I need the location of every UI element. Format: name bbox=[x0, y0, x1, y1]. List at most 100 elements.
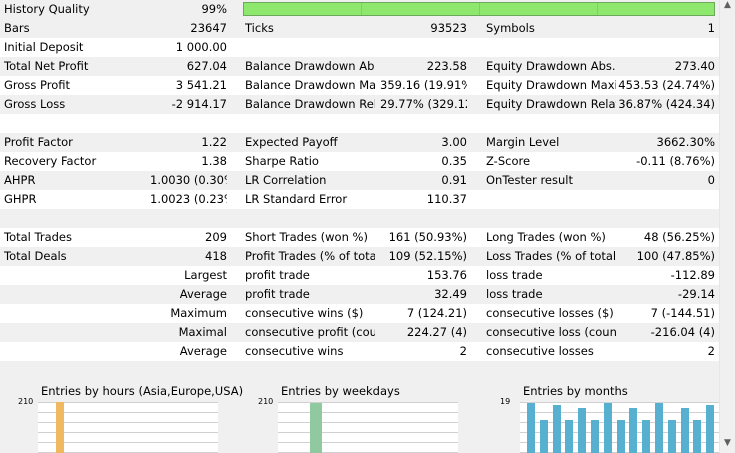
report-label: consecutive losses ($) bbox=[486, 306, 614, 320]
report-value bbox=[615, 190, 715, 209]
report-value: 153.76 bbox=[426, 268, 467, 282]
report-value: 3 541.21 bbox=[175, 78, 227, 92]
report-value bbox=[150, 304, 227, 323]
report-label bbox=[245, 209, 375, 228]
report-value bbox=[380, 38, 467, 57]
chart-bar bbox=[706, 405, 715, 453]
report-value bbox=[380, 209, 467, 228]
report-value: 0.35 bbox=[441, 154, 467, 168]
report-label: OnTester result bbox=[486, 173, 573, 187]
report-label bbox=[486, 209, 616, 228]
chart-bar bbox=[591, 420, 599, 453]
report-value: 36.87% (424.34) bbox=[618, 97, 715, 111]
report-value: 7 (124.21) bbox=[406, 306, 467, 320]
report-label: Expected Payoff bbox=[245, 135, 338, 149]
report-row: Total Deals 418 Profit Trades (% of total)… bbox=[0, 247, 719, 266]
report-value: 627.04 bbox=[186, 59, 227, 73]
chart-bar bbox=[616, 420, 625, 453]
report-row bbox=[0, 361, 719, 380]
chart-title: Entries by hours (Asia,Europe,USA) bbox=[41, 384, 244, 398]
chart-gridline bbox=[278, 442, 458, 443]
report-row: Bars 23647 Ticks 93523 Symbols 1 bbox=[0, 19, 719, 38]
scroll-up-icon[interactable]: ▲ bbox=[724, 0, 731, 10]
report-label: Balance Drawdown Rel... bbox=[245, 97, 375, 111]
report-label bbox=[486, 361, 616, 380]
report-value: 2 bbox=[459, 344, 467, 358]
report-label: LR Standard Error bbox=[245, 192, 348, 206]
report-value bbox=[380, 361, 467, 380]
report-value: 0.91 bbox=[441, 173, 467, 187]
report-value: 1 000.00 bbox=[175, 40, 227, 54]
report-value bbox=[150, 209, 227, 228]
report-value: 418 bbox=[205, 249, 227, 263]
report-label: Ticks bbox=[245, 21, 274, 35]
report-label: Short Trades (won %) bbox=[245, 230, 368, 244]
report-label: loss trade bbox=[486, 287, 543, 301]
chart-bar bbox=[56, 402, 64, 453]
report-value bbox=[615, 38, 715, 57]
report-label bbox=[245, 114, 375, 133]
report-label: Symbols bbox=[486, 21, 535, 35]
chart-title: Entries by weekdays bbox=[281, 384, 400, 398]
chart-bar bbox=[693, 420, 702, 453]
entries-charts-area: Entries by hours (Asia,Europe,USA) 210 Ent… bbox=[0, 380, 719, 453]
vertical-scrollbar[interactable]: ▲ ▼ bbox=[719, 0, 735, 453]
chart-bar bbox=[603, 403, 612, 453]
report-value: -29.14 bbox=[677, 287, 715, 301]
report-value bbox=[615, 114, 715, 133]
report-row: Maximal consecutive profit (cou... 224.27 … bbox=[0, 323, 719, 342]
report-row: Recovery Factor 1.38 Sharpe Ratio 0.35 Z-Sco… bbox=[0, 152, 719, 171]
report-row: GHPR1.0023 (0.23%)LR Standard Error110.3… bbox=[0, 190, 719, 209]
report-row: Profit Factor 1.22 Expected Payoff 3.00 Marg… bbox=[0, 133, 719, 152]
entries-chart: Entries by weekdays 210 bbox=[258, 380, 458, 453]
report-label bbox=[486, 114, 616, 133]
chart-title: Entries by months bbox=[523, 384, 628, 398]
report-value: 3.00 bbox=[441, 135, 467, 149]
report-label: Margin Level bbox=[486, 135, 560, 149]
scroll-down-icon[interactable]: ▼ bbox=[724, 438, 731, 448]
report-value: -112.89 bbox=[670, 268, 715, 282]
report-value: 1.22 bbox=[201, 135, 227, 149]
report-row bbox=[0, 114, 719, 133]
report-value bbox=[150, 114, 227, 133]
report-value: 273.40 bbox=[674, 59, 715, 73]
report-value: 224.27 (4) bbox=[406, 325, 467, 339]
report-value: 1.38 bbox=[201, 154, 227, 168]
report-value: 93523 bbox=[430, 21, 467, 35]
report-row: Maximum consecutive wins ($) 7 (124.21) con… bbox=[0, 304, 719, 323]
report-value bbox=[150, 361, 227, 380]
report-row: Average profit trade 32.49 loss trade -29.14 bbox=[0, 285, 719, 304]
report-value bbox=[150, 285, 227, 304]
history-quality-bar bbox=[243, 2, 715, 16]
report-row: Total Trades 209 Short Trades (won %) 161 (… bbox=[0, 228, 719, 247]
report-label: Equity Drawdown Maxi... bbox=[486, 78, 616, 92]
chart-bar bbox=[680, 408, 689, 453]
report-label: Balance Drawdown Ab... bbox=[245, 59, 375, 73]
report-value: 109 (52.15%) bbox=[388, 249, 467, 263]
chart-bar bbox=[565, 420, 574, 453]
chart-bar bbox=[539, 420, 548, 453]
entries-chart: Entries by months 19 bbox=[500, 380, 719, 453]
report-label: Loss Trades (% of total) bbox=[486, 249, 616, 263]
chart-gridline bbox=[520, 412, 719, 413]
chart-gridline bbox=[38, 402, 218, 403]
report-value bbox=[615, 361, 715, 380]
report-value bbox=[150, 342, 227, 361]
report-row: Total Net Profit 627.04 Balance Drawdown A… bbox=[0, 57, 719, 76]
report-value: 0 bbox=[707, 173, 715, 187]
report-value: 1.0023 (0.23%) bbox=[150, 192, 227, 206]
report-value: 7 (-144.51) bbox=[650, 306, 715, 320]
chart-bar bbox=[527, 403, 535, 453]
report-value bbox=[150, 323, 227, 342]
report-value: 453.53 (24.74%) bbox=[618, 78, 715, 92]
report-label: Sharpe Ratio bbox=[245, 154, 319, 168]
report-value bbox=[150, 266, 227, 285]
chart-bar bbox=[310, 403, 322, 453]
report-value: 32.49 bbox=[434, 287, 467, 301]
chart-gridline bbox=[278, 422, 458, 423]
history-bar-divider bbox=[597, 3, 598, 15]
report-label: Balance Drawdown Ma... bbox=[245, 78, 375, 92]
report-value bbox=[615, 209, 715, 228]
report-value: 161 (50.93%) bbox=[388, 230, 467, 244]
report-label: consecutive losses bbox=[486, 344, 594, 358]
